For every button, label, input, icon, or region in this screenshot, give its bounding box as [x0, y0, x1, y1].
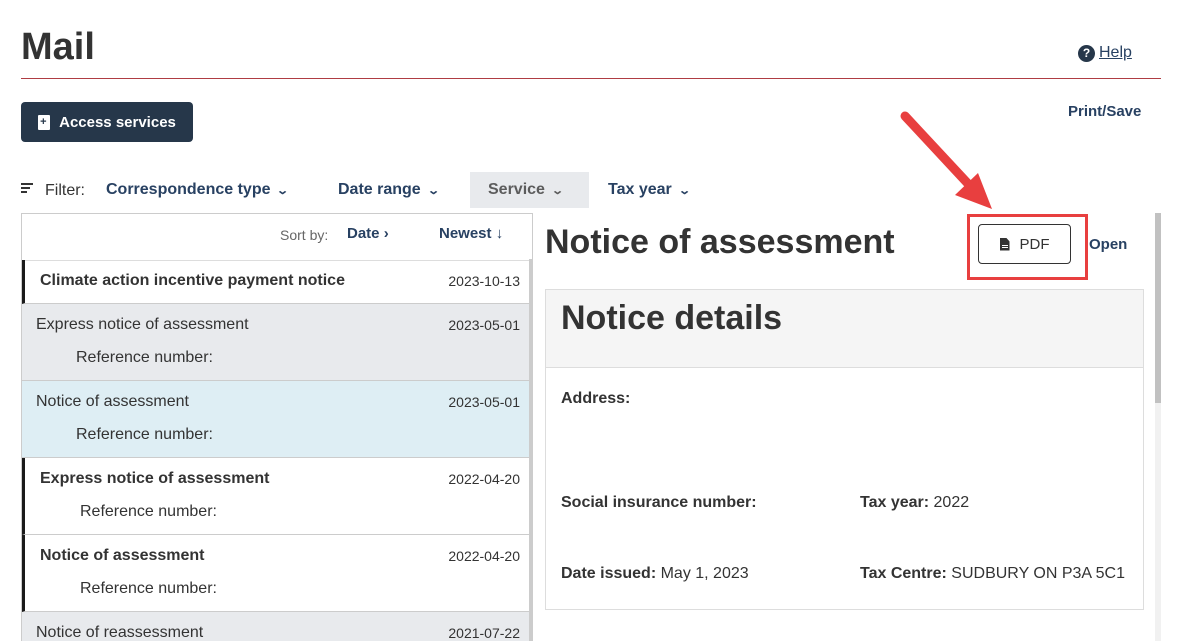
address-field: Address: [561, 390, 630, 408]
list-item[interactable]: Express notice of assessment 2023-05-01 … [22, 304, 532, 381]
tax-year-label: Tax year: [860, 494, 930, 511]
list-item-selected[interactable]: Notice of assessment 2023-05-01 Referenc… [22, 381, 532, 458]
date-issued-value: May 1, 2023 [660, 565, 749, 582]
tax-centre-label: Tax Centre: [860, 565, 947, 582]
chevron-right-icon: › [383, 225, 389, 242]
access-services-label: Access services [59, 113, 176, 131]
list-item[interactable]: Notice of assessment 2022-04-20 Referenc… [22, 535, 532, 612]
mail-name: Climate action incentive payment notice [40, 272, 345, 289]
arrow-down-icon: ↓ [495, 225, 504, 242]
mail-date: 2023-05-01 [448, 317, 520, 333]
reference-label: Reference number: [80, 580, 217, 597]
mail-date: 2022-04-20 [448, 471, 520, 487]
detail-panel: Notice of assessment PDF Open Notice det… [534, 213, 1161, 641]
chevron-down-icon: ⌄ [276, 184, 290, 197]
filter-option-label: Tax year [608, 181, 672, 198]
chevron-down-icon: ⌄ [426, 184, 440, 197]
mail-name: Express notice of assessment [36, 316, 249, 333]
sin-field: Social insurance number: [561, 494, 757, 512]
filter-option-label: Date range [338, 181, 421, 198]
mail-list-panel: Sort by: Date › Newest ↓ Climate action … [21, 213, 533, 641]
date-issued-field: Date issued: May 1, 2023 [561, 565, 749, 583]
reference-label: Reference number: [76, 426, 213, 443]
sort-field-button[interactable]: Date › [347, 225, 389, 242]
help-link[interactable]: ? Help [1078, 44, 1132, 62]
sort-field-label: Date [347, 225, 380, 242]
print-save-link[interactable]: Print/Save [1068, 103, 1141, 120]
open-link[interactable]: Open [1089, 236, 1127, 253]
sin-label: Social insurance number: [561, 494, 757, 511]
address-label: Address: [561, 390, 631, 407]
mail-date: 2023-10-13 [448, 273, 520, 289]
list-scrollbar[interactable] [529, 259, 533, 641]
arrow-shaft [900, 111, 977, 193]
annotation-highlight-box [967, 214, 1088, 280]
date-issued-label: Date issued: [561, 565, 657, 582]
tax-centre-field: Tax Centre: SUDBURY ON P3A 5C1 [860, 565, 1125, 583]
notice-details-card: Notice details Address: Social insurance… [545, 289, 1144, 610]
filter-date-range[interactable]: Date range ⌄ [320, 172, 456, 208]
filter-icon [21, 183, 33, 193]
filter-label: Filter: [45, 182, 85, 199]
filter-correspondence-type[interactable]: Correspondence type ⌄ [88, 172, 306, 208]
filter-option-label: Service [488, 181, 545, 198]
details-header: Notice details [546, 290, 1143, 368]
document-plus-icon [38, 114, 51, 130]
list-item[interactable]: Notice of reassessment 2021-07-22 [22, 612, 532, 641]
mail-date: 2023-05-01 [448, 394, 520, 410]
filter-option-label: Correspondence type [106, 181, 271, 198]
list-item[interactable]: Express notice of assessment 2022-04-20 … [22, 458, 532, 535]
mail-name: Notice of assessment [40, 547, 205, 564]
detail-scrollbar[interactable] [1155, 213, 1161, 641]
scrollbar-thumb[interactable] [1155, 213, 1161, 403]
sort-order-label: Newest [439, 225, 492, 242]
chevron-down-icon: ⌄ [677, 184, 691, 197]
mail-date: 2021-07-22 [448, 625, 520, 641]
sort-order-button[interactable]: Newest ↓ [439, 225, 503, 242]
tax-year-value: 2022 [933, 494, 970, 511]
details-heading: Notice details [561, 299, 783, 337]
access-services-button[interactable]: Access services [21, 102, 193, 142]
mail-name: Notice of reassessment [36, 624, 204, 641]
reference-label: Reference number: [80, 503, 217, 520]
chevron-down-icon: ⌄ [551, 184, 564, 197]
reference-label: Reference number: [76, 349, 213, 366]
list-item[interactable]: Climate action incentive payment notice … [22, 260, 532, 304]
mail-name: Express notice of assessment [40, 470, 270, 487]
sort-bar: Sort by: Date › Newest ↓ [22, 214, 532, 261]
mail-name: Notice of assessment [36, 393, 189, 410]
tax-year-field: Tax year: 2022 [860, 494, 969, 512]
help-icon: ? [1078, 44, 1095, 62]
help-label: Help [1099, 44, 1132, 61]
sort-label: Sort by: [280, 227, 329, 243]
mail-date: 2022-04-20 [448, 548, 520, 564]
filter-service[interactable]: Service ⌄ [470, 172, 589, 208]
page-title: Mail [21, 26, 95, 68]
filter-tax-year[interactable]: Tax year ⌄ [590, 172, 707, 208]
title-divider [21, 78, 1161, 79]
notice-title: Notice of assessment [545, 223, 895, 261]
tax-centre-value: SUDBURY ON P3A 5C1 [951, 565, 1125, 582]
arrow-head [955, 173, 992, 209]
